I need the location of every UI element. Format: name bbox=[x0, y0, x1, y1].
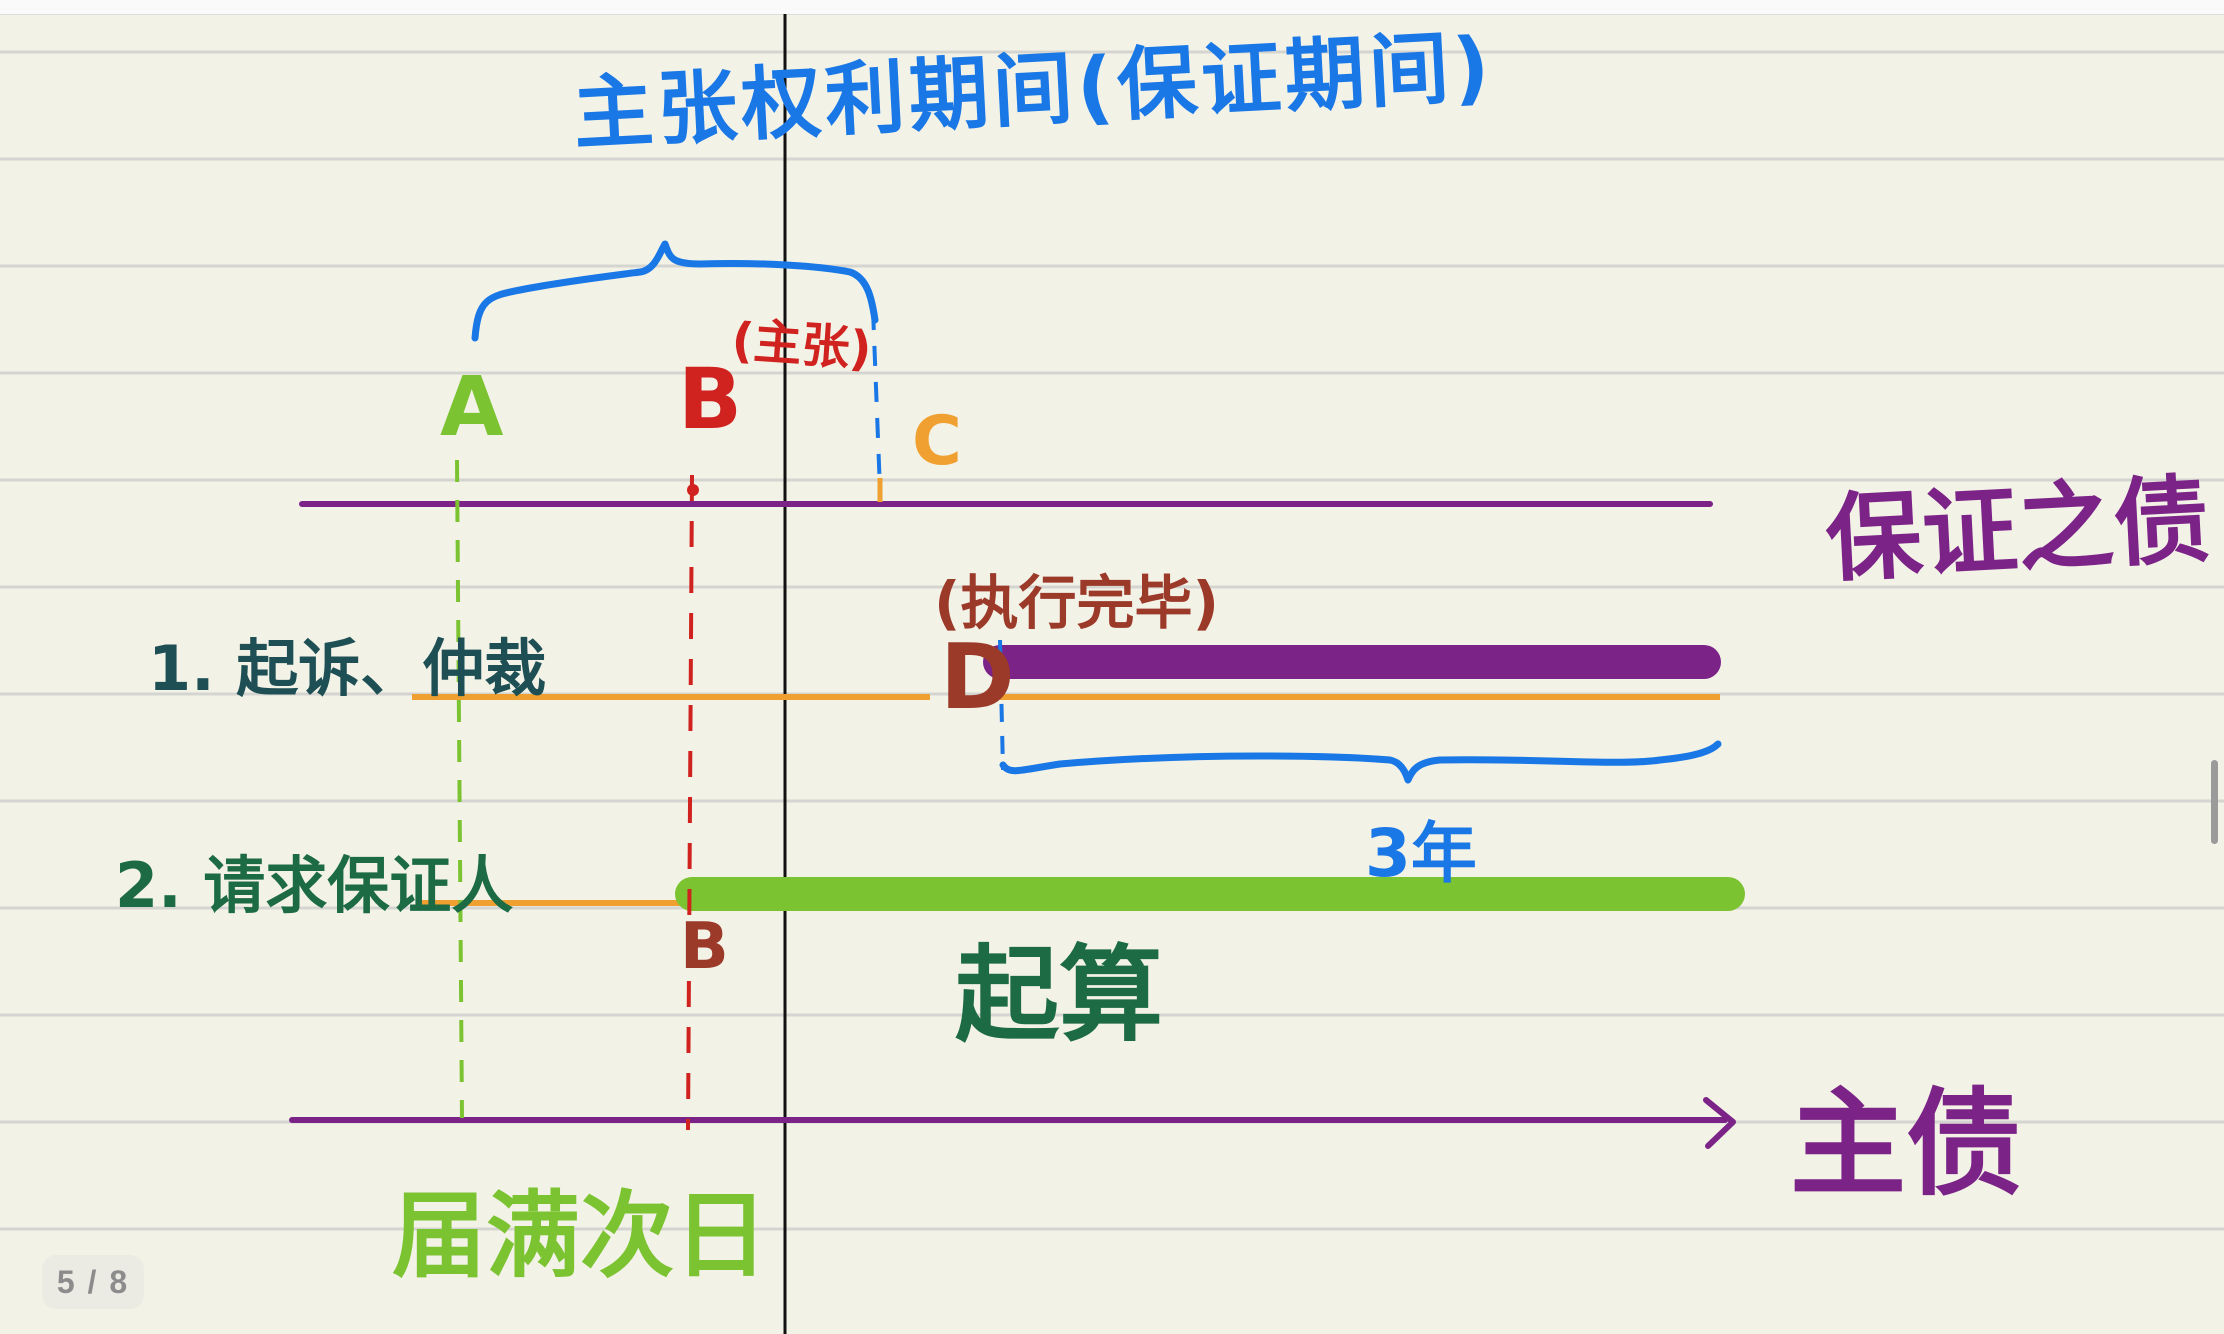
page-indicator: 5 / 8 bbox=[42, 1255, 144, 1309]
point-A-label: A bbox=[440, 360, 504, 455]
claim-annotation: (主张) bbox=[729, 312, 874, 378]
start-counting-label: 起算 bbox=[955, 934, 1164, 1056]
C-dashed-line bbox=[871, 309, 882, 491]
option-lawsuit-label: 1. 起诉、仲裁 bbox=[148, 632, 547, 705]
point-B-bottom-label: B bbox=[680, 910, 729, 984]
B-top-dot bbox=[687, 484, 699, 496]
three-years-label: 3年 bbox=[1365, 815, 1477, 892]
option-request-label: 2. 请求保证人 bbox=[115, 849, 514, 922]
point-D-label: D bbox=[940, 625, 1015, 730]
B-dashed-line bbox=[686, 474, 694, 1131]
scrollbar-handle[interactable] bbox=[2211, 760, 2218, 844]
point-C-label: C bbox=[912, 402, 962, 481]
A-dashed-line bbox=[455, 459, 464, 1119]
three-years-brace bbox=[999, 740, 1722, 784]
guarantee-debt-label: 保证之债 bbox=[1823, 463, 2213, 596]
main-debt-label: 主债 bbox=[1790, 1077, 2022, 1212]
due-next-day-label: 届满次日 bbox=[392, 1182, 769, 1291]
